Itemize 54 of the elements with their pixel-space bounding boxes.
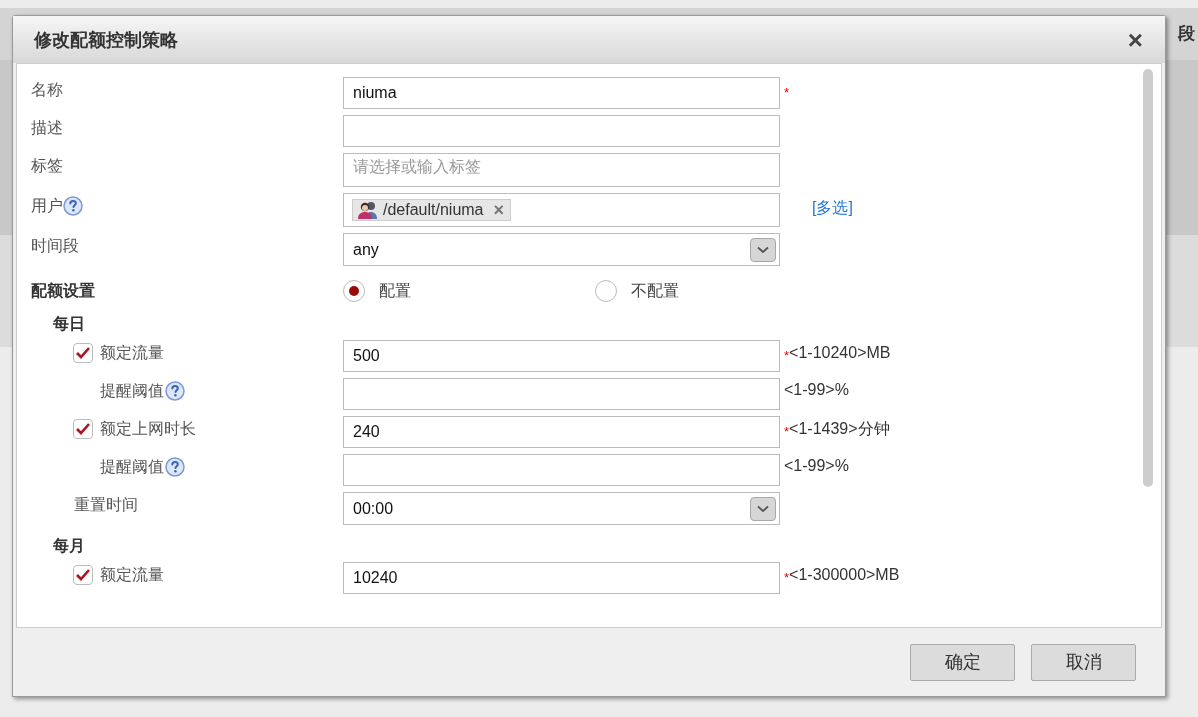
- scrollbar[interactable]: [1143, 69, 1153, 487]
- checkbox[interactable]: [73, 419, 93, 439]
- section-title: 每月: [52, 536, 86, 556]
- range-hint: <1-99>%: [784, 456, 849, 476]
- field-label: 额定流量: [100, 565, 164, 585]
- field-label: 提醒阈值: [100, 381, 164, 401]
- field-label: 描述: [31, 118, 63, 138]
- text-field[interactable]: 10240: [343, 562, 780, 594]
- required-mark: *: [784, 84, 790, 102]
- radio-button[interactable]: [595, 280, 617, 302]
- dialog-title: 修改配额控制策略: [34, 28, 178, 52]
- column-header: 段: [1178, 23, 1195, 46]
- remove-tag-button[interactable]: ×: [493, 201, 505, 219]
- required-mark: *: [784, 348, 790, 365]
- radio-label: 配置: [379, 281, 411, 301]
- dialog-button[interactable]: 取消: [1031, 643, 1136, 681]
- close-button[interactable]: ×: [1127, 26, 1143, 53]
- field-label: 额定流量: [100, 343, 164, 363]
- help-icon[interactable]: [63, 196, 83, 216]
- text-field[interactable]: 500: [343, 340, 780, 372]
- text-field[interactable]: [343, 454, 780, 486]
- checkbox[interactable]: [73, 565, 93, 585]
- field-label: 标签: [31, 156, 63, 176]
- section-title: 每日: [52, 314, 86, 334]
- text-field[interactable]: [343, 378, 780, 410]
- required-mark: *: [784, 570, 790, 587]
- field-label: 提醒阈值: [100, 457, 164, 477]
- select-field[interactable]: any: [343, 233, 780, 266]
- text-field[interactable]: [343, 115, 780, 147]
- users-icon: [357, 200, 379, 220]
- range-hint: <1-300000>MB: [789, 564, 900, 585]
- range-hint: <1-10240>MB: [789, 342, 891, 363]
- user-tag-field[interactable]: /default/niuma ×: [343, 193, 780, 227]
- text-field[interactable]: niuma: [343, 77, 780, 109]
- field-label: 用户: [31, 196, 63, 216]
- field-label: 时间段: [31, 236, 79, 256]
- radio-button[interactable]: [343, 280, 365, 302]
- multi-select-link[interactable]: [多选]: [812, 196, 853, 220]
- checkbox[interactable]: [73, 343, 93, 363]
- field-label: 额定上网时长: [100, 419, 196, 439]
- select-field[interactable]: 00:00: [343, 492, 780, 525]
- text-field[interactable]: 240: [343, 416, 780, 448]
- tag-text: /default/niuma: [383, 200, 484, 220]
- dialog-button[interactable]: 确定: [910, 643, 1015, 681]
- text-field[interactable]: 请选择或输入标签: [343, 153, 780, 187]
- help-icon[interactable]: [165, 381, 185, 401]
- field-label: 重置时间: [74, 496, 138, 513]
- radio-label: 不配置: [631, 281, 679, 301]
- help-icon[interactable]: [165, 457, 185, 477]
- required-mark: *: [784, 424, 790, 441]
- field-label: 名称: [31, 80, 63, 100]
- range-hint: <1-1439>分钟: [789, 418, 890, 439]
- range-hint: <1-99>%: [784, 380, 849, 400]
- section-label: 配额设置: [31, 281, 96, 301]
